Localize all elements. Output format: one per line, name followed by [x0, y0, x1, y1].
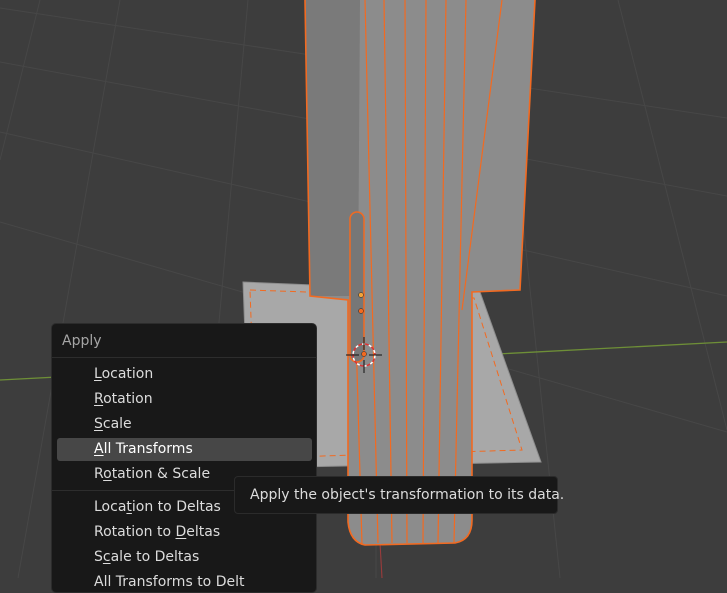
menu-title: Apply — [62, 333, 102, 349]
menu-item-rotation-to-deltas[interactable]: Rotation to Deltas — [57, 521, 312, 544]
origin-dot — [358, 292, 364, 298]
menu-item-location[interactable]: Location — [57, 363, 312, 386]
tooltip-text: Apply the object's transformation to its… — [250, 487, 565, 503]
menu-item-all-transforms-to-deltas[interactable]: All Transforms to Delt — [57, 571, 312, 592]
apply-menu: Apply Location Rotation Scale All Transf… — [51, 323, 317, 593]
menu-item-scale[interactable]: Scale — [57, 413, 312, 436]
menu-item-all-transforms[interactable]: All Transforms — [57, 438, 312, 461]
origin-dot — [358, 308, 364, 314]
menu-separator — [52, 357, 316, 358]
tooltip: Apply the object's transformation to its… — [234, 476, 564, 514]
menu-item-scale-to-deltas[interactable]: Scale to Deltas — [57, 546, 312, 569]
menu-item-rotation[interactable]: Rotation — [57, 388, 312, 411]
origin-dot — [361, 351, 367, 357]
rod-object — [349, 211, 365, 363]
